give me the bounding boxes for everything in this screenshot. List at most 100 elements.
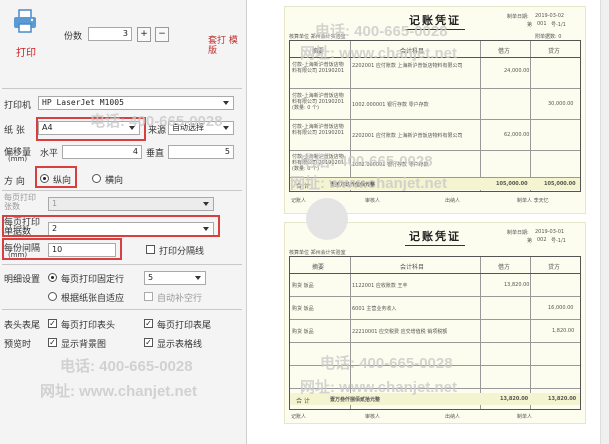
- voucher-no: 001: [537, 21, 547, 27]
- show-background-checkbox[interactable]: ✓: [48, 338, 57, 347]
- row-account: 2202001 应付账款 上海新沪普饭店物料有限公司: [352, 63, 463, 69]
- table-row: 购货 饭品 1122001 应收账款 王丰 13,820.00: [290, 274, 580, 297]
- print-header-label: 每页打印表头: [61, 321, 116, 331]
- attachments: 附单据数: 0: [535, 34, 562, 40]
- watermark-phone: 电话: 400-665-0028: [315, 23, 448, 40]
- header-account: 会计科目: [400, 264, 425, 271]
- date-value: 2019-03-01: [535, 229, 565, 235]
- row-debit: 62,000.00: [504, 132, 530, 138]
- show-grid-checkbox[interactable]: ✓: [144, 338, 153, 347]
- paper-label: 纸 张: [4, 126, 25, 136]
- auto-fill-label: 自动补空行: [157, 294, 203, 304]
- row-account: 22210001 应交税费 应交增值税 销项税额: [352, 329, 448, 335]
- row-summary: 付款-上海新沪普饭店物料有限公司 20190201: [292, 124, 345, 136]
- date-label: 制单日期:: [507, 230, 529, 236]
- total-text: 壹万叁仟捌佰贰拾元整: [330, 397, 381, 403]
- header-credit: 贷方: [548, 264, 561, 271]
- vertical-offset-input[interactable]: 5: [168, 145, 234, 159]
- horizontal-label: 水平: [40, 149, 59, 159]
- printer-label: 打印机: [4, 101, 32, 111]
- divider: [2, 190, 242, 191]
- table-row: 付款-上海新沪普饭店物料有限公司 20190201 (数量: 0 个) 1002…: [290, 89, 580, 120]
- row-credit: 1,820.00: [552, 328, 575, 334]
- row-debit: 13,820.00: [504, 282, 530, 288]
- accounting-unit: 核算单位 郑州会计实验室: [289, 250, 346, 256]
- row-credit: 16,000.00: [548, 305, 574, 311]
- voucher-no-label: 第: [527, 22, 533, 28]
- print-header-checkbox[interactable]: ✓: [48, 319, 57, 328]
- row-summary: 购货 饭品: [292, 283, 314, 289]
- copies-input[interactable]: 3: [88, 27, 132, 41]
- voucher-page: 号-1/1: [551, 238, 566, 244]
- header-summary: 摘要: [312, 264, 325, 271]
- header-debit: 借方: [498, 48, 511, 55]
- separator-line-label: 打印分隔线: [159, 247, 205, 257]
- rows-select[interactable]: 5: [144, 271, 206, 285]
- show-grid-label: 显示表格线: [157, 340, 203, 350]
- drag-handle[interactable]: [306, 198, 348, 240]
- detail-label: 明细设置: [4, 275, 41, 285]
- row-summary: 付款-上海新沪普饭店物料有限公司 20190201 (数量: 0 个): [292, 93, 345, 111]
- footer-bookkeeper: 记账人: [291, 198, 307, 204]
- printer-select[interactable]: HP LaserJet M1005: [38, 96, 234, 110]
- row-debit: 24,000.00: [504, 68, 530, 74]
- date-value: 2019-03-02: [535, 13, 565, 19]
- row-summary: 购货 饭品: [292, 306, 314, 312]
- total-debit: 13,820.00: [500, 396, 529, 402]
- auto-fill-checkbox[interactable]: [144, 292, 153, 301]
- watermark-site: 网址: www.chanjet.net: [40, 383, 197, 400]
- fixed-rows-radio[interactable]: [48, 273, 57, 282]
- total-credit: 13,820.00: [548, 396, 577, 402]
- footer-cashier: 出纳人: [445, 414, 461, 420]
- printer-icon: [14, 9, 36, 33]
- show-background-label: 显示背景图: [61, 340, 107, 350]
- title-underline: [405, 245, 465, 246]
- adaptive-radio[interactable]: [48, 292, 57, 301]
- table-row: 付款-上海新沪普饭店物料有限公司 20190201 2202001 应付账款 上…: [290, 120, 580, 151]
- preview-label: 预览时: [4, 340, 32, 350]
- watermark-site: 网址: www.chanjet.net: [300, 45, 457, 62]
- footer-bookkeeper: 记账人: [291, 414, 307, 420]
- table-row: 购货 饭品 22210001 应交税费 应交增值税 销项税额 1,820.00: [290, 320, 580, 343]
- vouchers-per-page-select[interactable]: 1: [48, 197, 214, 211]
- row-account: 6001 主营业务收入: [352, 306, 397, 312]
- watermark-phone: 电话: 400-665-0028: [300, 153, 433, 170]
- row-account: 1122001 应收账款 王丰: [352, 283, 408, 289]
- print-button[interactable]: 打印: [10, 8, 40, 59]
- row-summary: 购货 饭品: [292, 329, 314, 335]
- date-label: 制单日期:: [507, 14, 529, 20]
- watermark-phone: 电话: 400-665-0028: [60, 358, 193, 375]
- copies-plus-button[interactable]: +: [137, 27, 151, 42]
- voucher-no: 002: [537, 237, 547, 243]
- landscape-label: 横向: [105, 176, 124, 186]
- total-debit: 105,000.00: [496, 181, 528, 187]
- landscape-radio[interactable]: [92, 174, 101, 183]
- print-footer-checkbox[interactable]: ✓: [144, 319, 153, 328]
- offset-unit: (mm): [8, 155, 28, 163]
- header-credit: 贷方: [548, 48, 561, 55]
- voucher-no-label: 第: [527, 238, 533, 244]
- table-row: 购货 饭品 6001 主营业务收入 16,000.00: [290, 297, 580, 320]
- copies-label: 份数: [64, 32, 83, 42]
- footer-preparer: 制单人: [517, 414, 533, 420]
- preview-scrollbar[interactable]: [600, 0, 609, 444]
- divider: [2, 88, 242, 89]
- vertical-label: 垂直: [146, 149, 165, 159]
- per-sheet-highlight: [2, 215, 220, 237]
- footer-reviewer: 审核人: [365, 414, 381, 420]
- horizontal-offset-input[interactable]: 4: [62, 145, 142, 159]
- voucher-page: 号-1/1: [551, 22, 566, 28]
- spacing-highlight: [2, 238, 122, 260]
- copies-minus-button[interactable]: −: [155, 27, 169, 42]
- header-debit: 借方: [498, 264, 511, 271]
- header-footer-label: 表头表尾: [4, 321, 41, 331]
- print-label: 打印: [16, 48, 36, 59]
- separator-line-checkbox[interactable]: [146, 245, 155, 254]
- row-account: 1002.000001 银行存款 零户存款: [352, 102, 429, 108]
- template-link[interactable]: 套打 模版: [208, 36, 238, 56]
- orientation-highlight: [35, 166, 77, 188]
- print-footer-label: 每页打印表尾: [157, 321, 212, 331]
- table-header: 摘要 会计科目 借方 贷方: [290, 257, 580, 274]
- row-account: 2202001 应付账款 上海新沪普饭店物料有限公司: [352, 133, 463, 139]
- footer-reviewer: 审核人: [365, 198, 381, 204]
